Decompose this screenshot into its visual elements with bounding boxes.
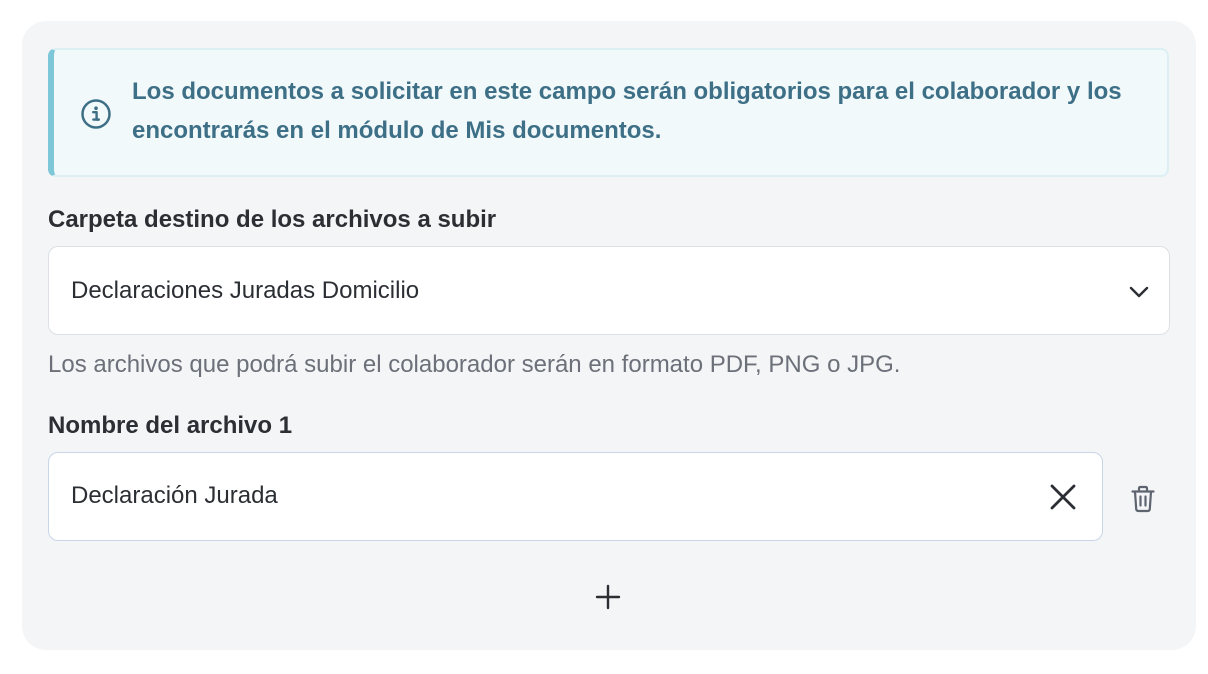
file-name-field	[48, 452, 1103, 541]
folder-label: Carpeta destino de los archivos a subir	[48, 206, 497, 233]
info-icon	[80, 98, 112, 130]
info-alert: Los documentos a solicitar en este campo…	[48, 48, 1169, 177]
folder-select-value: Declaraciones Juradas Domicilio	[71, 277, 420, 304]
file-format-helper: Los archivos que podrá subir el colabora…	[48, 351, 901, 378]
document-request-card: Los documentos a solicitar en este campo…	[22, 21, 1196, 650]
plus-icon[interactable]	[593, 582, 623, 612]
trash-icon[interactable]	[1130, 485, 1156, 513]
folder-select[interactable]: Declaraciones Juradas Domicilio	[48, 246, 1170, 335]
close-icon[interactable]	[1048, 482, 1078, 512]
file-name-label: Nombre del archivo 1	[48, 412, 293, 439]
info-alert-message: Los documentos a solicitar en este campo…	[132, 78, 1122, 144]
chevron-down-icon	[1127, 280, 1151, 304]
file-name-input[interactable]	[71, 478, 1011, 514]
